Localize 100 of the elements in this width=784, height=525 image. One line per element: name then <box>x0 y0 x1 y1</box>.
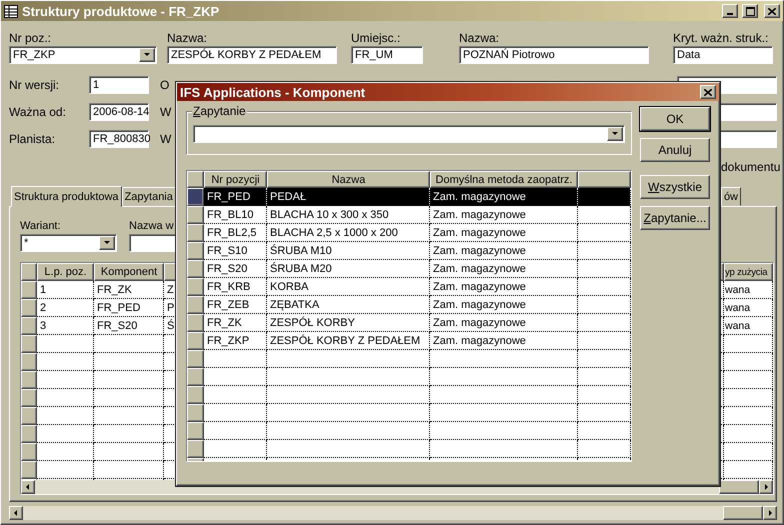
close-button[interactable] <box>700 85 716 99</box>
scroll-thumb[interactable] <box>723 506 763 520</box>
table-cell: ZESPÓŁ KORBY <box>267 314 430 332</box>
table-icon <box>4 4 18 18</box>
result-row[interactable]: FR_PED PEDAŁ Zam. magazynowe <box>187 188 631 206</box>
result-row[interactable]: FR_BL2,5 BLACHA 2,5 x 1000 x 200 Zam. magazynowe <box>187 224 631 242</box>
column-header[interactable]: Komponent <box>94 263 164 281</box>
close-icon <box>768 8 776 14</box>
column-header[interactable]: Nazwa <box>267 171 430 188</box>
scroll-left-button[interactable] <box>9 506 23 520</box>
table-cell <box>578 368 631 386</box>
dropdown-button[interactable] <box>139 48 155 62</box>
table-cell <box>37 443 94 461</box>
table-cell: FR_S20 <box>204 260 267 278</box>
column-header[interactable]: Domyślna metoda zaopatrz. <box>430 171 578 188</box>
column-header[interactable]: yp zużycia <box>724 263 773 281</box>
table-cell: BLACHA 10 x 300 x 350 <box>267 206 430 224</box>
dropdown-button[interactable] <box>99 236 115 250</box>
table-cell: 1 <box>37 281 94 299</box>
table-cell <box>37 371 94 389</box>
table-cell: FR_S20 <box>94 317 164 335</box>
dialog-button[interactable]: Anuluj <box>640 138 710 162</box>
tab[interactable]: Struktura produktowa <box>11 186 122 207</box>
field-label: Nazwa: <box>167 31 208 45</box>
caret-down-icon <box>611 130 619 138</box>
table-cell <box>204 422 267 440</box>
minimize-button[interactable] <box>722 4 738 18</box>
table-cell: FR_ZK <box>204 314 267 332</box>
table-cell: FR_BL2,5 <box>204 224 267 242</box>
table-cell <box>204 350 267 368</box>
table-cell: Zam. magazynowe <box>430 278 578 296</box>
scroll-thumb[interactable] <box>719 480 759 494</box>
table-cell <box>37 425 94 443</box>
tab[interactable]: ów <box>720 187 741 206</box>
table-cell: Zam. magazynowe <box>430 224 578 242</box>
group-label: Zapytanie <box>192 104 247 118</box>
table-cell <box>578 332 631 350</box>
column-header[interactable]: Nr pozycji <box>204 171 267 188</box>
table-cell: Zam. magazynowe <box>430 242 578 260</box>
arrow-left-icon <box>12 509 20 517</box>
combo-box[interactable]: FR_ZKP <box>9 46 157 64</box>
combo-box[interactable] <box>193 125 625 143</box>
caret-down-icon <box>143 51 151 59</box>
table-cell: BLACHA 2,5 x 1000 x 200 <box>267 224 430 242</box>
horizontal-scrollbar[interactable] <box>9 506 777 520</box>
table-cell: FR_PED <box>94 299 164 317</box>
table-cell: Zam. magazynowe <box>430 296 578 314</box>
table-cell: FR_S10 <box>204 242 267 260</box>
table-cell <box>37 389 94 407</box>
result-row[interactable]: FR_KRB KORBA Zam. magazynowe <box>187 278 631 296</box>
input-field[interactable]: ZESPÓŁ KORBY Z PEDAŁEM <box>167 46 337 64</box>
close-button[interactable] <box>764 4 780 18</box>
scroll-right-button[interactable] <box>763 506 777 520</box>
table-cell <box>204 368 267 386</box>
column-header[interactable] <box>578 171 631 188</box>
tab[interactable]: Zapytania <box>122 187 176 206</box>
table-cell: 3 <box>37 317 94 335</box>
table-cell: KORBA <box>267 278 430 296</box>
column-header[interactable]: L.p. poz. <box>37 263 94 281</box>
scroll-right-button[interactable] <box>759 480 773 494</box>
result-row[interactable]: FR_S20 ŚRUBA M20 Zam. magazynowe <box>187 260 631 278</box>
input-field[interactable]: 1 <box>89 76 149 94</box>
input-field[interactable]: POZNAŃ Piotrowo <box>459 46 649 64</box>
table-cell <box>724 335 773 353</box>
table-cell: wana <box>724 281 773 299</box>
dialog-button[interactable]: Wszystkie <box>640 175 710 199</box>
table-cell: wana <box>724 299 773 317</box>
scroll-left-button[interactable] <box>21 480 35 494</box>
result-row[interactable]: FR_BL10 BLACHA 10 x 300 x 350 Zam. magazynowe <box>187 206 631 224</box>
table-cell <box>37 407 94 425</box>
table-cell: Zam. magazynowe <box>430 188 578 206</box>
table-cell: Zam. magazynowe <box>430 206 578 224</box>
field-label: Wariant: <box>20 219 62 233</box>
arrow-right-icon <box>762 483 770 491</box>
combo-box[interactable]: * <box>20 234 117 252</box>
maximize-icon <box>746 6 754 16</box>
table-cell: FR_ZEB <box>204 296 267 314</box>
dropdown-button[interactable] <box>607 127 623 141</box>
input-field[interactable]: 2006-08-14 <box>89 103 149 121</box>
dialog-button[interactable]: Zapytanie... <box>640 206 710 230</box>
table-cell: ŚRUBA M20 <box>267 260 430 278</box>
result-row[interactable]: FR_S10 ŚRUBA M10 Zam. magazynowe <box>187 242 631 260</box>
result-row[interactable]: FR_ZEB ZĘBATKA Zam. magazynowe <box>187 296 631 314</box>
table-cell: ZESPÓŁ KORBY Z PEDAŁEM <box>267 332 430 350</box>
table-cell <box>204 386 267 404</box>
input-field[interactable]: Data <box>673 46 773 64</box>
input-field[interactable]: FR_UM <box>351 46 423 64</box>
table-cell: ZĘBATKA <box>267 296 430 314</box>
table-cell <box>578 422 631 440</box>
field-label: Nazwa w <box>129 219 175 233</box>
table-cell <box>578 440 631 458</box>
table-cell: FR_ZKP <box>204 332 267 350</box>
input-field[interactable]: FR_800830 <box>89 130 149 148</box>
maximize-button[interactable] <box>742 4 758 18</box>
dialog-button[interactable]: OK <box>640 107 710 131</box>
table-cell <box>204 404 267 422</box>
result-row[interactable]: FR_ZKP ZESPÓŁ KORBY Z PEDAŁEM Zam. magazynowe <box>187 332 631 350</box>
arrow-right-icon <box>766 509 774 517</box>
result-row[interactable]: FR_ZK ZESPÓŁ KORBY Zam. magazynowe <box>187 314 631 332</box>
field-label: Umiejsc.: <box>351 31 402 45</box>
